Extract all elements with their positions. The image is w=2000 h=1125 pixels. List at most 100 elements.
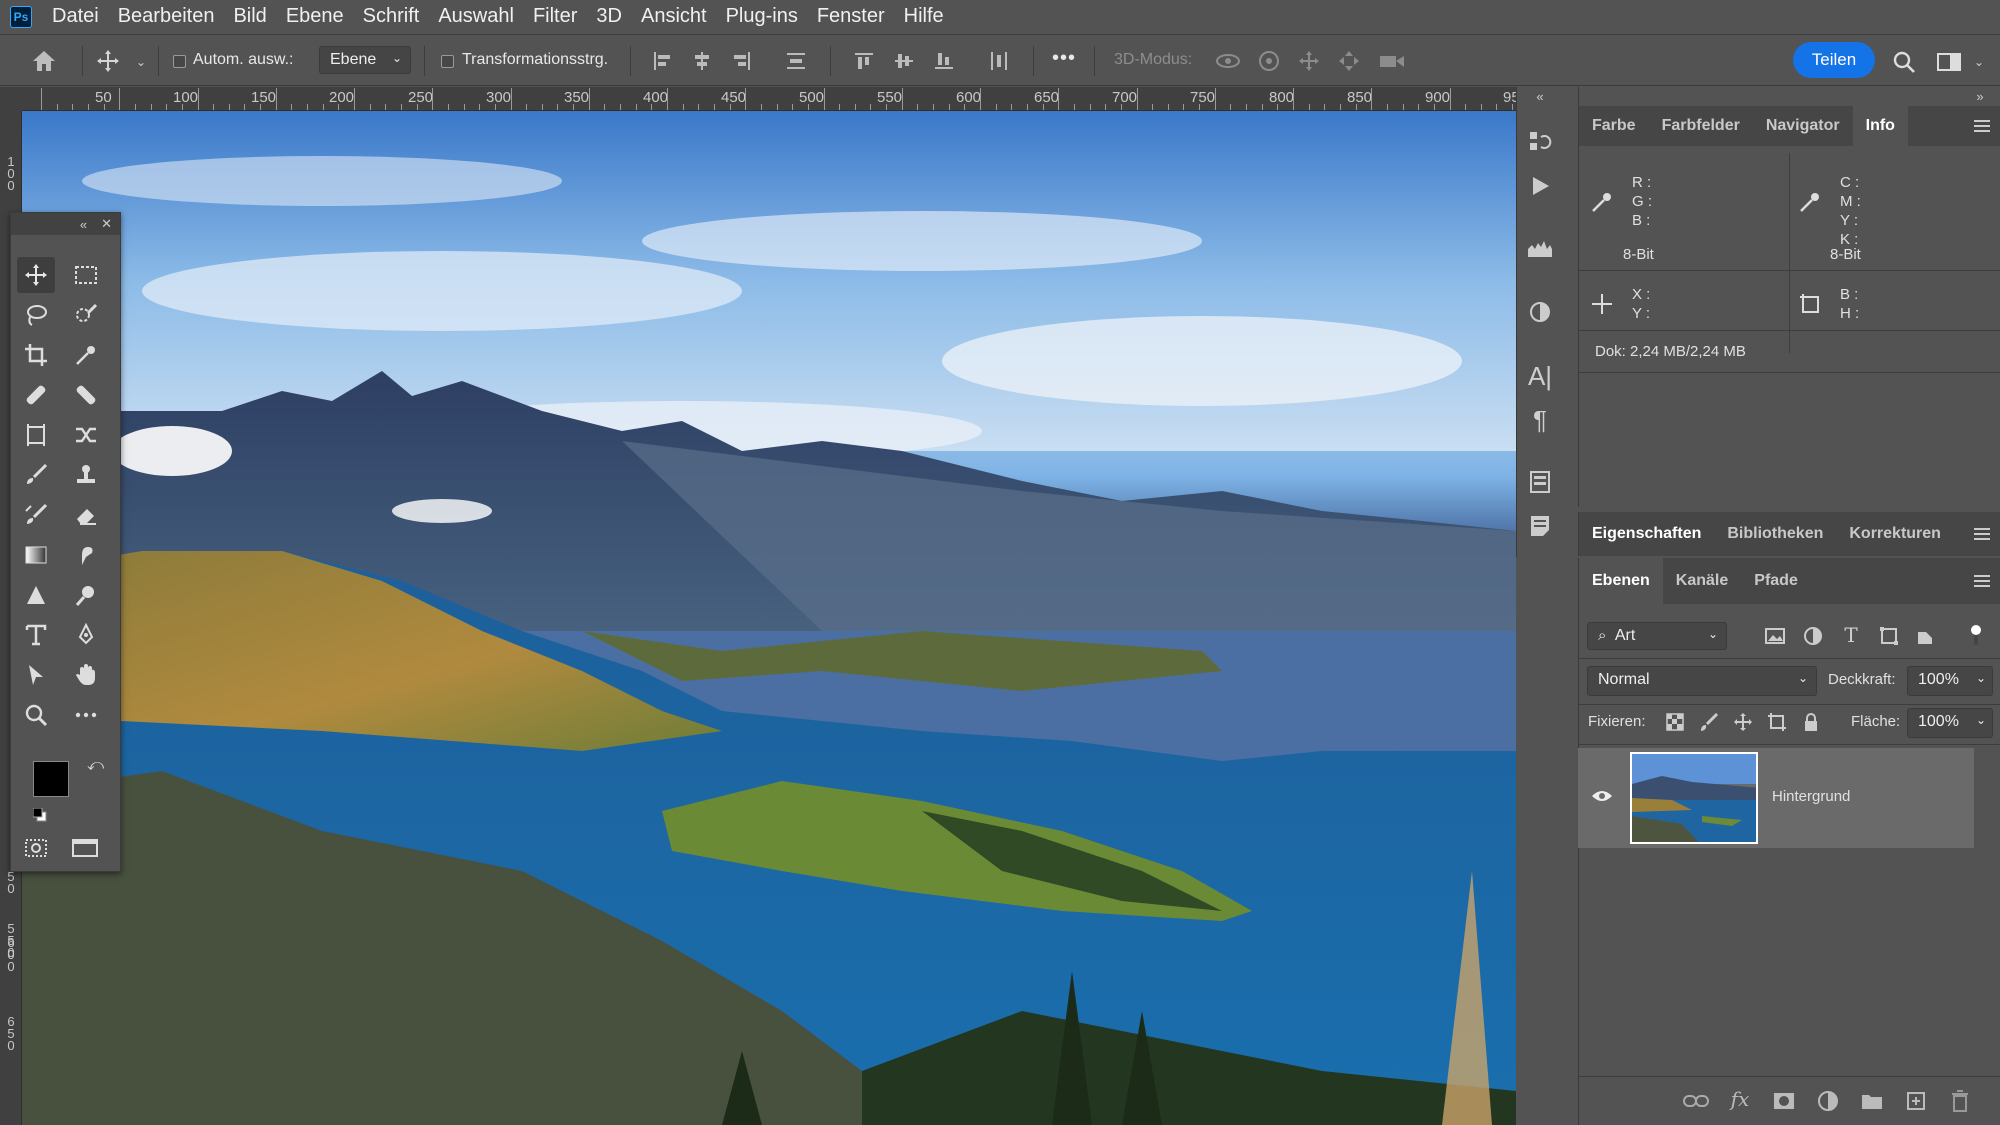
lock-pixels-icon[interactable] [1697, 710, 1721, 734]
add-mask-icon[interactable] [1769, 1086, 1799, 1116]
hand-tool[interactable] [67, 657, 105, 693]
menu-schrift[interactable]: Schrift [363, 5, 420, 28]
layer-thumbnail[interactable] [1630, 752, 1758, 844]
filter-shape-icon[interactable] [1877, 624, 1901, 648]
crop-tool[interactable] [17, 337, 55, 373]
notes-icon[interactable] [1525, 511, 1555, 541]
gradient-tool[interactable] [17, 537, 55, 573]
filter-smart-object-icon[interactable] [1913, 624, 1937, 648]
more-options-button[interactable]: ••• [1052, 47, 1076, 70]
foreground-color-swatch[interactable] [33, 761, 69, 797]
chevron-down-icon[interactable]: ⌄ [1970, 53, 1988, 71]
menu-fenster[interactable]: Fenster [817, 5, 885, 28]
opacity-input[interactable]: 100% ⌄ [1907, 666, 1993, 696]
tab-ebenen[interactable]: Ebenen [1579, 558, 1663, 604]
toolbox-header[interactable]: « ✕ [11, 213, 120, 235]
actions-play-icon[interactable] [1525, 171, 1555, 201]
menu-plugins[interactable]: Plug-ins [726, 5, 798, 28]
align-right-icon[interactable] [730, 49, 754, 73]
distribute-vertical-icon[interactable] [987, 49, 1011, 73]
lock-artboard-icon[interactable] [1765, 710, 1789, 734]
menu-bild[interactable]: Bild [233, 5, 266, 28]
workspace-icon[interactable] [1934, 47, 1964, 77]
fill-input[interactable]: 100% ⌄ [1907, 708, 1993, 738]
blend-mode-dropdown[interactable]: Normal ⌄ [1587, 666, 1817, 696]
brush-tool[interactable] [17, 457, 55, 493]
move-tool-icon[interactable] [92, 45, 124, 77]
dodge-tool[interactable] [67, 577, 105, 613]
align-left-icon[interactable] [650, 49, 674, 73]
align-middle-icon[interactable] [892, 49, 916, 73]
document-canvas[interactable] [22, 111, 1516, 1125]
healing-brush-tool[interactable] [67, 377, 105, 413]
menu-3d[interactable]: 3D [596, 5, 622, 28]
new-group-icon[interactable] [1857, 1086, 1887, 1116]
link-layers-icon[interactable] [1681, 1086, 1711, 1116]
lock-transparency-icon[interactable] [1663, 710, 1687, 734]
auto-select-checkbox[interactable] [173, 55, 186, 68]
roll-3d-icon[interactable] [1255, 49, 1283, 73]
layer-style-icon[interactable]: fx [1725, 1084, 1755, 1114]
tab-farbe[interactable]: Farbe [1579, 106, 1649, 146]
properties-icon[interactable] [1525, 467, 1555, 497]
pan-3d-icon[interactable] [1295, 49, 1323, 73]
menu-auswahl[interactable]: Auswahl [438, 5, 514, 28]
tab-farbfelder[interactable]: Farbfelder [1649, 106, 1753, 146]
spot-healing-tool[interactable] [17, 377, 55, 413]
eyedropper-tool[interactable] [67, 337, 105, 373]
frame-tool[interactable] [17, 417, 55, 453]
shuffle-tool[interactable] [67, 417, 105, 453]
eraser-tool[interactable] [67, 497, 105, 533]
camera-3d-icon[interactable] [1377, 49, 1407, 73]
smudge-tool[interactable] [67, 537, 105, 573]
type-tool[interactable] [17, 617, 55, 653]
character-icon[interactable]: A| [1525, 361, 1555, 391]
sharpen-tool[interactable] [17, 577, 55, 613]
menu-filter[interactable]: Filter [533, 5, 577, 28]
quick-mask-icon[interactable] [21, 833, 51, 863]
panel-menu-icon[interactable] [1974, 120, 1990, 132]
close-icon[interactable]: ✕ [101, 216, 112, 232]
slide-3d-icon[interactable] [1335, 49, 1363, 73]
delete-layer-icon[interactable] [1945, 1086, 1975, 1116]
share-button[interactable]: Teilen [1793, 42, 1875, 78]
clone-stamp-tool[interactable] [67, 457, 105, 493]
auto-select-target-dropdown[interactable]: Ebene ⌄ [319, 46, 411, 74]
transform-controls-checkbox[interactable] [441, 55, 454, 68]
align-top-icon[interactable] [852, 49, 876, 73]
filter-type-icon[interactable]: T [1839, 622, 1863, 648]
chevron-down-icon[interactable]: ⌄ [132, 53, 150, 71]
horizontal-ruler[interactable]: 50 100 150 200 250 300 350 400 450 500 5… [22, 87, 1516, 111]
search-icon[interactable] [1889, 47, 1919, 77]
screen-mode-icon[interactable] [67, 833, 103, 863]
lock-position-icon[interactable] [1731, 710, 1755, 734]
tab-korrekturen[interactable]: Korrekturen [1836, 512, 1954, 556]
default-colors-icon[interactable] [32, 807, 47, 822]
histogram-icon[interactable] [1525, 233, 1555, 263]
lock-all-icon[interactable] [1799, 710, 1823, 734]
history-brush-tool[interactable] [17, 497, 55, 533]
collapse-icon[interactable]: « [1525, 87, 1555, 105]
visibility-eye-icon[interactable] [1588, 784, 1616, 808]
marquee-tool[interactable] [67, 257, 105, 293]
tab-kanaele[interactable]: Kanäle [1663, 558, 1741, 604]
adjustment-icon[interactable] [1525, 297, 1555, 327]
pen-tool[interactable] [67, 617, 105, 653]
tab-pfade[interactable]: Pfade [1741, 558, 1811, 604]
adjustment-layer-icon[interactable] [1813, 1086, 1843, 1116]
menu-bearbeiten[interactable]: Bearbeiten [118, 5, 215, 28]
collapse-icon[interactable]: « [80, 217, 87, 232]
lasso-tool[interactable] [17, 297, 55, 333]
layer-filter-dropdown[interactable]: ⌕ Art ⌄ [1587, 622, 1727, 650]
swap-colors-icon[interactable]: ⤺ [87, 757, 104, 775]
paragraph-icon[interactable]: ¶ [1525, 405, 1555, 435]
align-center-icon[interactable] [690, 49, 714, 73]
menu-ansicht[interactable]: Ansicht [641, 5, 707, 28]
menu-datei[interactable]: Datei [52, 5, 99, 28]
panel-menu-icon[interactable] [1974, 528, 1990, 540]
panel-menu-icon[interactable] [1974, 575, 1990, 587]
menu-hilfe[interactable]: Hilfe [904, 5, 944, 28]
zoom-tool[interactable] [17, 697, 55, 733]
home-icon[interactable] [28, 45, 60, 77]
move-tool[interactable] [17, 257, 55, 293]
